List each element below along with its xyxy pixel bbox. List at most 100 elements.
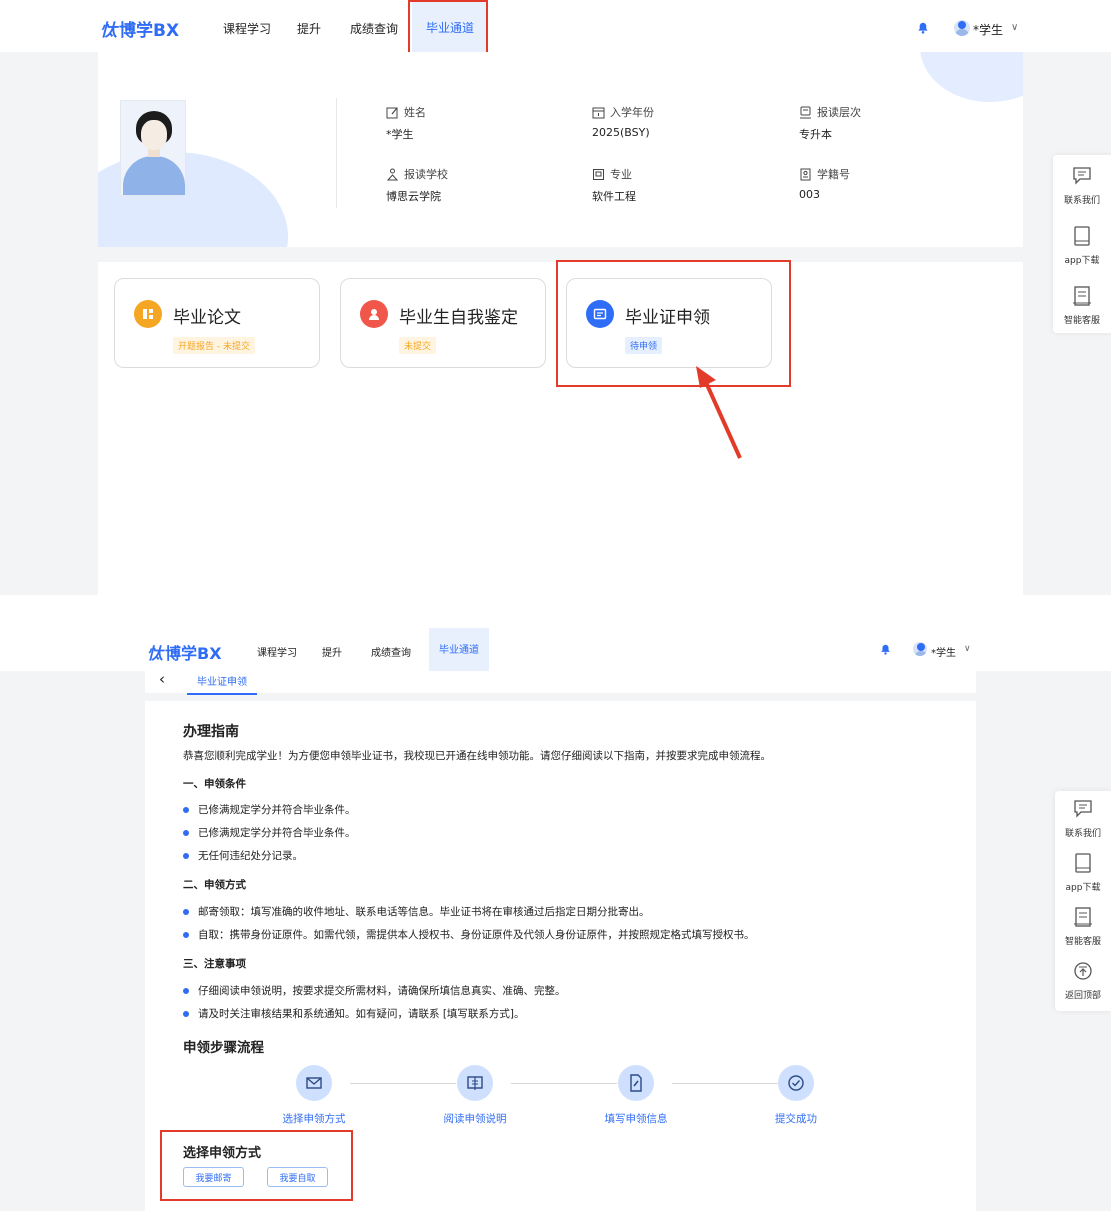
tablet-icon: [1074, 225, 1090, 246]
app-download-label: app下载: [1065, 882, 1101, 893]
book-icon: [467, 1076, 483, 1090]
nav-improve[interactable]: 提升: [297, 20, 321, 37]
logo-mark: 忲: [147, 644, 164, 663]
list-item: 已修满规定学分并符合毕业条件。: [183, 802, 356, 817]
level-label: 报读层次: [817, 106, 861, 119]
guide-title: 办理指南: [183, 724, 239, 740]
choice-highlight-box: [160, 1130, 353, 1201]
field-student-id: 学籍号 003: [799, 166, 850, 201]
nav-grades[interactable]: 成绩查询: [350, 20, 398, 37]
field-name: 姓名 *学生: [386, 104, 426, 142]
year-value: 2025(BSY): [592, 126, 650, 139]
step-label: 选择申领方式: [282, 1113, 346, 1125]
tablet-icon: [1075, 852, 1091, 873]
list-item: 邮寄领取：填写准确的收件地址、联系电话等信息。毕业证书将在审核通过后指定日期分批…: [183, 904, 650, 919]
status-badge: 开题报告 - 未提交: [173, 337, 255, 354]
person-icon: [360, 300, 388, 328]
section-title: 一、申领条件: [183, 778, 246, 790]
float-back-top[interactable]: 返回顶部: [1055, 953, 1111, 1007]
chat-icon: [1073, 166, 1091, 185]
float-service[interactable]: 智能客服: [1055, 899, 1111, 953]
arrow-up-circle-icon: [1074, 961, 1092, 980]
nav-course[interactable]: 课程学习: [223, 20, 271, 37]
back-top-label: 返回顶部: [1064, 990, 1101, 1001]
chevron-down-icon[interactable]: ∨: [964, 644, 971, 654]
step-label: 填写申领信息: [604, 1113, 668, 1125]
back-arrow-icon[interactable]: ‹: [159, 670, 165, 688]
user-avatar[interactable]: [954, 20, 970, 36]
id-card-icon: [800, 168, 811, 180]
nav-improve[interactable]: 提升: [322, 644, 342, 659]
tab-diploma-claim[interactable]: 毕业证申领: [187, 673, 257, 695]
list-item: 仔细阅读申领说明，按要求提交所需材料，请确保所填信息真实、准确、完整。: [183, 983, 566, 998]
check-circle-icon: [788, 1075, 804, 1091]
field-year: 入学年份 2025(BSY): [592, 104, 654, 139]
name-value: *学生: [386, 128, 414, 141]
graduation-overview-screen: 忲博学BX 课程学习 提升 成绩查询 毕业通道 *学生 ∨ 姓名 *学生 入学年…: [0, 0, 1111, 595]
top-nav-bar: 忲博学BX 课程学习 提升 成绩查询 毕业通道 *学生 ∨: [0, 0, 1111, 52]
user-name[interactable]: *学生: [931, 644, 956, 659]
school-value: 博思云学院: [386, 190, 441, 203]
logo[interactable]: 忲博学BX: [147, 640, 222, 664]
bell-icon[interactable]: [917, 22, 929, 34]
divider: [336, 98, 337, 208]
field-level: 报读层次 专升本: [799, 104, 861, 142]
list-item: 自取：携带身份证原件。如需代领，需提供本人授权书、身份证原件及代领人身份证原件，…: [183, 927, 755, 942]
school-icon: [386, 168, 399, 180]
logo-text: 博学BX: [119, 21, 180, 41]
card-thesis[interactable]: 毕业论文 开题报告 - 未提交: [114, 278, 320, 368]
top-nav-bar: 忲博学BX 课程学习 提升 成绩查询 毕业通道 *学生 ∨: [0, 628, 1111, 671]
logo[interactable]: 忲博学BX: [100, 16, 179, 41]
nav-course[interactable]: 课程学习: [257, 644, 297, 659]
major-value: 软件工程: [592, 190, 636, 203]
step-read-instructions: 阅读申领说明: [415, 1065, 535, 1126]
mail-icon: [306, 1077, 322, 1089]
floating-side-bar: 联系我们 app下载 智能客服: [1053, 155, 1111, 333]
step-label: 提交成功: [775, 1113, 817, 1125]
user-avatar[interactable]: [913, 642, 927, 656]
status-badge: 未提交: [399, 337, 437, 354]
name-label: 姓名: [404, 106, 426, 119]
card-title: 毕业生自我鉴定: [399, 308, 518, 328]
nav-graduation[interactable]: 毕业通道: [429, 628, 489, 671]
contact-label: 联系我们: [1063, 195, 1100, 206]
list-item: 已修满规定学分并符合毕业条件。: [183, 825, 356, 840]
id-label: 学籍号: [817, 168, 850, 181]
section-title: 二、申领方式: [183, 879, 246, 891]
card-self-assessment[interactable]: 毕业生自我鉴定 未提交: [340, 278, 546, 368]
student-profile-panel: 姓名 *学生 入学年份 2025(BSY) 报读层次 专升本 报读学校 博思云学…: [98, 52, 1023, 247]
app-download-label: app下载: [1064, 255, 1100, 266]
decorative-blob: [920, 52, 1023, 102]
arrow-pointer: [696, 366, 742, 459]
steps-title: 申领步骤流程: [183, 1040, 264, 1056]
field-school: 报读学校 博思云学院: [386, 166, 448, 204]
level-icon: [800, 106, 811, 118]
user-name[interactable]: *学生: [973, 21, 1003, 38]
edit-doc-icon: [630, 1074, 642, 1092]
float-contact[interactable]: 联系我们: [1053, 155, 1111, 215]
edit-icon: [386, 107, 398, 118]
float-app-download[interactable]: app下载: [1055, 845, 1111, 899]
document-icon: [1074, 906, 1092, 927]
section-title: 三、注意事项: [183, 958, 246, 970]
school-label: 报读学校: [404, 168, 448, 181]
step-submitted: 提交成功: [736, 1065, 856, 1126]
card-title: 毕业论文: [173, 308, 241, 328]
nav-highlight-box: [408, 0, 488, 54]
chevron-down-icon[interactable]: ∨: [1011, 22, 1018, 33]
guide-intro: 恭喜您顺利完成学业！为方便您申领毕业证书，我校现已开通在线申领功能。请您仔细阅读…: [183, 750, 771, 762]
list-item: 无任何违纪处分记录。: [183, 848, 303, 863]
level-value: 专升本: [799, 128, 832, 141]
card-highlight-box: [556, 260, 791, 387]
list-item: 请及时关注审核结果和系统通知。如有疑问，请联系 [填写联系方式]。: [183, 1006, 525, 1021]
document-icon: [1073, 285, 1091, 306]
id-value: 003: [799, 188, 820, 201]
year-label: 入学年份: [610, 106, 654, 119]
bell-icon[interactable]: [880, 644, 891, 655]
nav-grades[interactable]: 成绩查询: [371, 644, 411, 659]
float-contact[interactable]: 联系我们: [1055, 791, 1111, 845]
float-service[interactable]: 智能客服: [1053, 275, 1111, 335]
logo-mark: 忲: [100, 21, 117, 41]
float-app-download[interactable]: app下载: [1053, 215, 1111, 275]
major-label: 专业: [610, 168, 632, 181]
